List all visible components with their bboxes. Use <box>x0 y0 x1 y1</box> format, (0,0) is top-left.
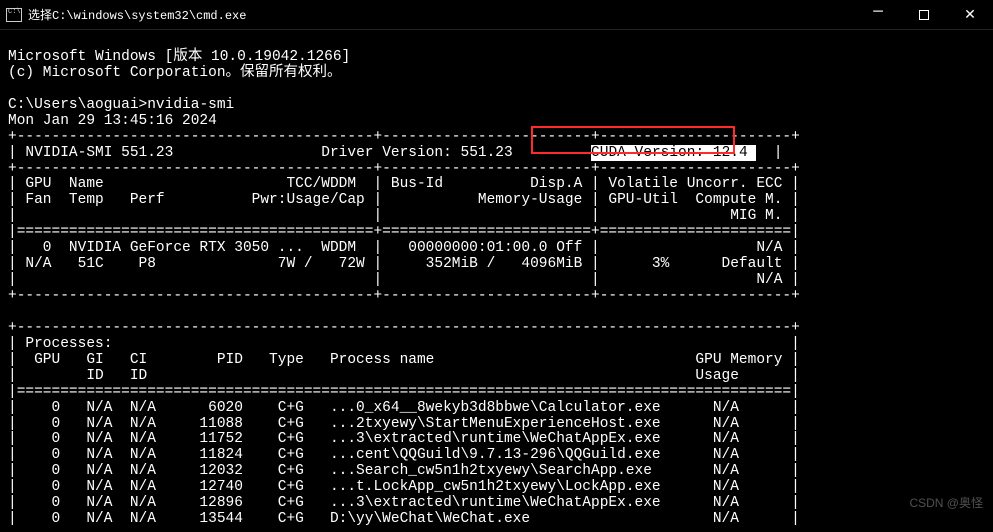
proc-border-top: +---------------------------------------… <box>8 320 800 336</box>
prompt-command: nvidia-smi <box>147 97 234 113</box>
prompt-path: C:\Users\aoguai> <box>8 97 147 113</box>
window-titlebar: 选择C:\windows\system32\cmd.exe ─ ✕ <box>0 0 993 30</box>
table-row: | 0 N/A N/A 11752 C+G ...3\extracted\run… <box>8 431 800 447</box>
cuda-version: CUDA Version: 12.4 <box>591 145 756 161</box>
smi-driver: Driver Version: 551.23 <box>321 145 512 161</box>
table-row: | 0 N/A N/A 11824 C+G ...cent\QQGuild\9.… <box>8 447 800 463</box>
terminal-output[interactable]: Microsoft Windows [版本 10.0.19042.1266] (… <box>0 30 993 532</box>
table-row: | 0 N/A N/A 13544 C+G D:\yy\WeChat\WeCha… <box>8 511 800 527</box>
window-title: 选择C:\windows\system32\cmd.exe <box>28 6 246 23</box>
window-controls: ─ ✕ <box>855 0 993 29</box>
proc-header1: | GPU GI CI PID Type Process name GPU Me… <box>8 352 800 368</box>
smi-sep3: +---------------------------------------… <box>8 288 800 304</box>
close-button[interactable]: ✕ <box>947 0 993 30</box>
table-row: | 0 N/A N/A 6020 C+G ...0_x64__8wekyb3d8… <box>8 400 800 416</box>
table-row: | 0 N/A N/A 12740 C+G ...t.LockApp_cw5n1… <box>8 479 800 495</box>
table-row: | 0 N/A N/A 12032 C+G ...Search_cw5n1h2t… <box>8 463 800 479</box>
table-row: | 0 N/A N/A 11088 C+G ...2txyewy\StartMe… <box>8 416 800 432</box>
ms-copyright-line1: Microsoft Windows [版本 10.0.19042.1266] <box>8 49 350 65</box>
maximize-button[interactable] <box>901 0 947 30</box>
smi-header-row1: | GPU Name TCC/WDDM | Bus-Id Disp.A | Vo… <box>8 176 800 192</box>
gpu-row2: | N/A 51C P8 7W / 72W | 352MiB / 4096MiB… <box>8 256 800 272</box>
gpu-row3: | | | N/A | <box>8 272 800 288</box>
smi-header-row3: | | | MIG M. | <box>8 208 800 224</box>
smi-sep2: |=======================================… <box>8 224 800 240</box>
table-row: | 0 N/A N/A 12896 C+G ...3\extracted\run… <box>8 495 800 511</box>
smi-header-row2: | Fan Temp Perf Pwr:Usage/Cap | Memory-U… <box>8 192 800 208</box>
smi-timestamp: Mon Jan 29 13:45:16 2024 <box>8 113 278 129</box>
ms-copyright-line2: (c) Microsoft Corporation。保留所有权利。 <box>8 65 342 81</box>
smi-version: NVIDIA-SMI 551.23 <box>25 145 173 161</box>
proc-title: | Processes: | <box>8 336 800 352</box>
proc-header2: | ID ID Usage | <box>8 368 800 384</box>
smi-sep1: +---------------------------------------… <box>8 161 800 177</box>
gpu-row1: | 0 NVIDIA GeForce RTX 3050 ... WDDM | 0… <box>8 240 800 256</box>
smi-border-top: +---------------------------------------… <box>8 129 800 145</box>
watermark: CSDN @奥怪 <box>909 494 983 511</box>
minimize-button[interactable]: ─ <box>855 0 901 30</box>
cmd-icon <box>6 8 22 22</box>
proc-sep: |=======================================… <box>8 384 800 400</box>
